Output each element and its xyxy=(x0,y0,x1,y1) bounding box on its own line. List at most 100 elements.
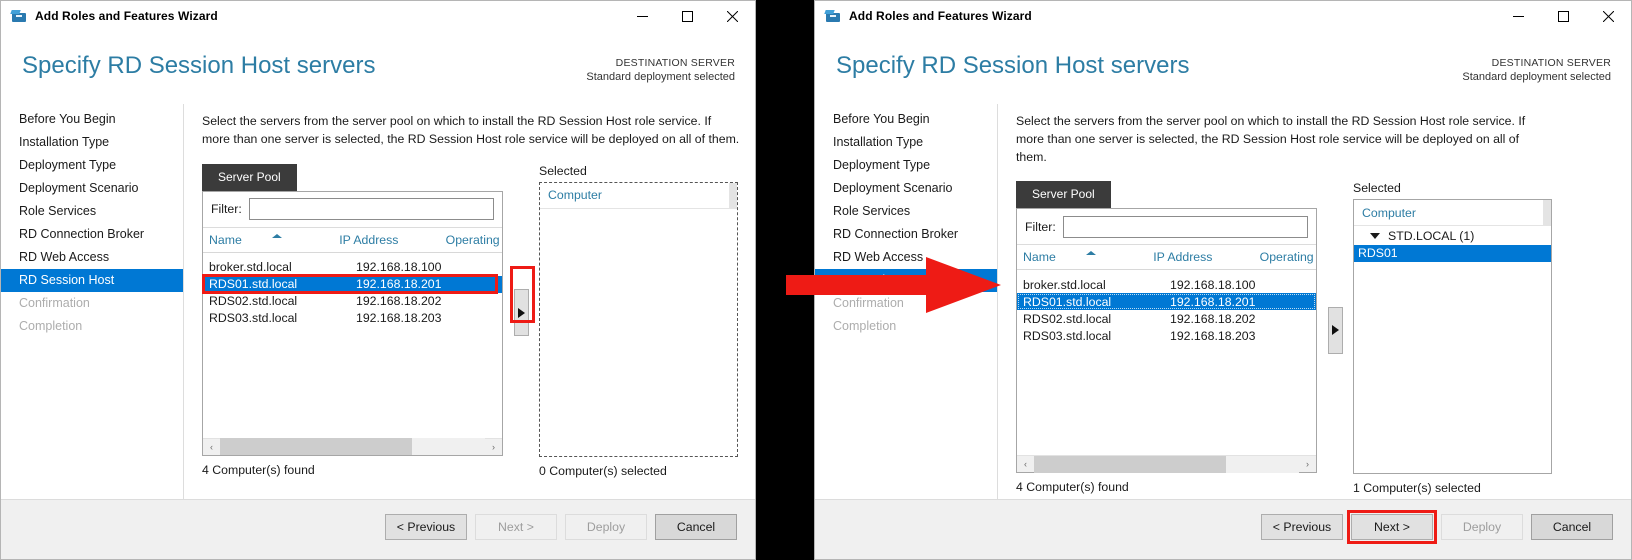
table-row-selected[interactable]: RDS01.std.local 192.168.18.201 xyxy=(1017,293,1316,311)
sidebar-item-installation-type[interactable]: Installation Type xyxy=(815,131,997,154)
column-header-os[interactable]: Operating xyxy=(1254,250,1316,264)
server-pool-box: Filter: Name IP Address Operating broker… xyxy=(202,190,503,456)
table-row-selected[interactable]: RDS01.std.local 192.168.18.201 xyxy=(203,275,502,293)
column-header-name[interactable]: Name xyxy=(1017,250,1147,264)
window-controls xyxy=(620,1,755,32)
table-row[interactable]: broker.std.local 192.168.18.100 xyxy=(203,259,502,276)
scrollbar-track[interactable] xyxy=(220,438,485,456)
sidebar-item-before-you-begin[interactable]: Before You Begin xyxy=(1,108,183,131)
sidebar-item-role-services[interactable]: Role Services xyxy=(815,200,997,223)
column-divider xyxy=(1543,200,1551,227)
table-row[interactable]: RDS03.std.local 192.168.18.203 xyxy=(1017,327,1316,344)
column-header-os[interactable]: Operating xyxy=(440,233,502,247)
destination-server-info: DESTINATION SERVER Standard deployment s… xyxy=(1462,56,1611,85)
intro-text: Select the servers from the server pool … xyxy=(202,114,740,146)
cell-name: broker.std.local xyxy=(1023,277,1106,292)
sidebar-item-deployment-scenario[interactable]: Deployment Scenario xyxy=(1,177,183,200)
table-row[interactable]: RDS02.std.local 192.168.18.202 xyxy=(1017,310,1316,327)
sort-ascending-icon xyxy=(1086,251,1096,256)
sidebar-item-before-you-begin[interactable]: Before You Begin xyxy=(815,108,997,131)
scroll-left-icon[interactable]: ‹ xyxy=(1017,456,1034,473)
server-grid: broker.std.local 192.168.18.100 RDS01.st… xyxy=(202,252,502,438)
cancel-button[interactable]: Cancel xyxy=(655,514,737,540)
selected-column-label: Computer xyxy=(1362,205,1416,220)
selected-grid-header: Computer xyxy=(540,182,737,209)
column-header-name[interactable]: Name xyxy=(203,233,333,247)
sidebar-item-rd-connection-broker[interactable]: RD Connection Broker xyxy=(815,223,997,246)
page-header: Specify RD Session Host servers DESTINAT… xyxy=(815,32,1631,104)
collapse-triangle-icon[interactable] xyxy=(1370,232,1380,239)
selected-group-row[interactable]: STD.LOCAL (1) xyxy=(1354,226,1551,245)
cell-ip: 192.168.18.100 xyxy=(1170,277,1256,292)
sidebar-item-deployment-type[interactable]: Deployment Type xyxy=(815,154,997,177)
move-right-button[interactable] xyxy=(1327,306,1343,354)
next-button[interactable]: Next > xyxy=(1351,514,1433,540)
maximize-icon[interactable] xyxy=(1541,1,1586,32)
column-header-ip[interactable]: IP Address xyxy=(333,233,439,247)
selected-list[interactable]: STD.LOCAL (1) RDS01 xyxy=(1354,226,1551,263)
close-icon[interactable] xyxy=(710,1,755,32)
scrollbar-thumb[interactable] xyxy=(1034,455,1226,473)
close-icon[interactable] xyxy=(1586,1,1631,32)
selected-column-label: Computer xyxy=(548,188,602,203)
cell-ip: 192.168.18.100 xyxy=(356,260,442,275)
cell-name: RDS03.std.local xyxy=(209,311,298,326)
horizontal-scrollbar[interactable]: ‹ › xyxy=(203,437,502,456)
page-title: Specify RD Session Host servers xyxy=(836,52,1190,79)
sidebar-item-role-services[interactable]: Role Services xyxy=(1,200,183,223)
minimize-icon[interactable] xyxy=(620,1,665,32)
sidebar-item-completion: Completion xyxy=(19,319,83,333)
sidebar-item-rd-session-host[interactable]: RD Session Host xyxy=(1,269,183,292)
cell-ip: 192.168.18.202 xyxy=(356,294,442,309)
cell-ip: 192.168.18.201 xyxy=(356,277,442,292)
cell-name: RDS02.std.local xyxy=(209,294,298,309)
server-pool-column: Server Pool Filter: Name IP Address Oper… xyxy=(1016,181,1317,495)
column-divider xyxy=(729,182,737,209)
maximize-icon[interactable] xyxy=(665,1,710,32)
server-pool-column: Server Pool Filter: Name IP Address Oper… xyxy=(202,163,503,478)
next-button-wrap: Next > xyxy=(1347,510,1437,544)
column-header-name-label: Name xyxy=(209,232,242,247)
filter-row: Filter: xyxy=(1017,209,1316,246)
scrollbar-thumb[interactable] xyxy=(220,438,412,456)
horizontal-scrollbar[interactable]: ‹ › xyxy=(1017,455,1316,473)
table-row[interactable]: broker.std.local 192.168.18.100 xyxy=(1017,276,1316,293)
filter-input[interactable] xyxy=(1062,215,1308,238)
tab-server-pool[interactable]: Server Pool xyxy=(202,163,297,191)
move-right-button[interactable] xyxy=(513,289,529,337)
server-panels: Server Pool Filter: Name IP Address Oper… xyxy=(1016,181,1617,495)
filter-input[interactable] xyxy=(248,198,494,221)
cell-name: RDS02.std.local xyxy=(1023,311,1112,326)
previous-button[interactable]: < Previous xyxy=(385,514,467,540)
table-row[interactable]: RDS03.std.local 192.168.18.203 xyxy=(203,310,502,327)
cancel-button[interactable]: Cancel xyxy=(1531,514,1613,540)
sidebar-item-rd-web-access[interactable]: RD Web Access xyxy=(1,246,183,269)
found-count: 4 Computer(s) found xyxy=(202,462,315,477)
app-icon xyxy=(824,8,841,24)
tab-server-pool[interactable]: Server Pool xyxy=(1016,181,1111,209)
selected-count: 1 Computer(s) selected xyxy=(1353,481,1481,496)
grid-header: Name IP Address Operating xyxy=(203,227,502,253)
selected-list-item[interactable]: RDS01 xyxy=(1354,245,1551,263)
sidebar-item-deployment-type[interactable]: Deployment Type xyxy=(1,154,183,177)
deploy-button-wrap: Deploy xyxy=(1441,514,1523,540)
scroll-left-icon[interactable]: ‹ xyxy=(203,438,220,455)
minimize-icon[interactable] xyxy=(1496,1,1541,32)
sidebar-item-deployment-scenario[interactable]: Deployment Scenario xyxy=(815,177,997,200)
sidebar-item-installation-type[interactable]: Installation Type xyxy=(1,131,183,154)
destination-value: Standard deployment selected xyxy=(586,71,735,84)
scrollbar-track[interactable] xyxy=(1034,455,1299,473)
previous-button[interactable]: < Previous xyxy=(1261,514,1343,540)
scroll-right-icon[interactable]: › xyxy=(1299,456,1316,473)
column-header-ip[interactable]: IP Address xyxy=(1147,250,1253,264)
sidebar-item-rd-connection-broker[interactable]: RD Connection Broker xyxy=(1,223,183,246)
selected-box: Computer xyxy=(539,181,738,457)
move-button-column xyxy=(1317,181,1353,495)
deploy-button-wrap: Deploy xyxy=(565,514,647,540)
window-controls xyxy=(1496,1,1631,32)
content-area: Select the servers from the server pool … xyxy=(998,104,1631,499)
button-row: < Previous Next > Deploy Cancel xyxy=(1261,510,1613,544)
table-row[interactable]: RDS02.std.local 192.168.18.202 xyxy=(203,293,502,310)
move-button-column xyxy=(503,164,539,478)
scroll-right-icon[interactable]: › xyxy=(485,438,502,455)
